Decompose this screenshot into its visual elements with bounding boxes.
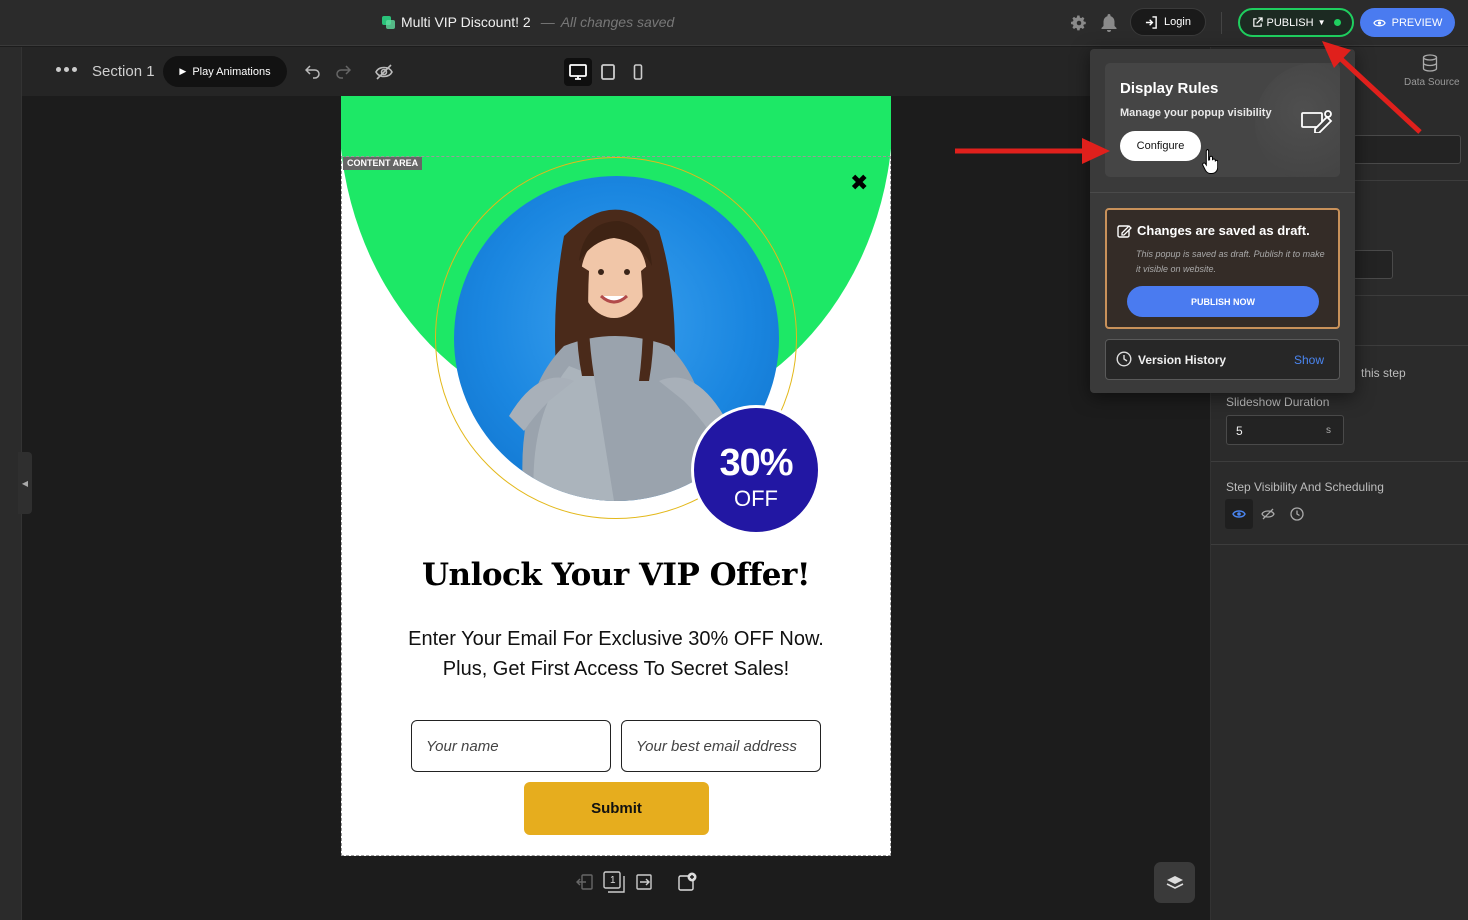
play-animations-button[interactable]: ▶ Play Animations [163, 56, 287, 87]
step-text-fragment: this step [1361, 366, 1406, 380]
content-area-tag: CONTENT AREA [343, 157, 423, 170]
document-title: Multi VIP Discount! 2 — All changes save… [382, 14, 674, 30]
subtext-line-1: Enter Your Email For Exclusive 30% OFF N… [408, 628, 824, 650]
configure-button[interactable]: Configure [1120, 131, 1201, 161]
clock-icon [1116, 351, 1132, 367]
publish-dropdown: Display Rules Manage your popup visibili… [1090, 49, 1355, 393]
version-history-title: Version History [1138, 353, 1227, 367]
play-label: Play Animations [192, 65, 271, 78]
external-link-icon [1252, 17, 1263, 27]
login-label: Login [1164, 16, 1191, 28]
next-step-icon[interactable] [633, 872, 655, 892]
step-visibility-label: Step Visibility And Scheduling [1226, 480, 1384, 494]
publish-button[interactable]: PUBLISH ▼ [1238, 8, 1354, 37]
layers-icon [1166, 875, 1183, 889]
popup-headline[interactable]: Unlock Your VIP Offer! [341, 557, 891, 593]
panel-divider [1211, 461, 1468, 462]
panel-input-1[interactable] [1353, 135, 1461, 164]
layers-button[interactable] [1154, 862, 1195, 903]
close-icon[interactable]: ✖ [850, 170, 868, 196]
visible-eye-icon[interactable] [1225, 499, 1253, 529]
slideshow-duration-label: Slideshow Duration [1226, 395, 1330, 409]
step-number: 1 [610, 875, 616, 886]
badge-off-label: OFF [734, 486, 778, 511]
badge-percent: 30% [719, 442, 793, 484]
save-status: All changes saved [560, 14, 675, 30]
title-separator: — [540, 14, 555, 30]
add-step-icon[interactable] [676, 872, 698, 892]
tablet-view-icon[interactable] [594, 58, 622, 86]
play-icon: ▶ [179, 66, 187, 76]
edit-rules-icon [1301, 110, 1333, 133]
collapse-left-panel-button[interactable]: ◀ [18, 452, 32, 514]
version-history-show-link[interactable]: Show [1294, 353, 1324, 367]
preview-label: PREVIEW [1391, 16, 1443, 29]
display-rules-title: Display Rules [1120, 80, 1219, 97]
popup-subtext[interactable]: Enter Your Email For Exclusive 30% OFF N… [361, 624, 871, 684]
submit-button[interactable]: Submit [524, 782, 709, 835]
header-divider [1221, 12, 1222, 34]
draft-edit-icon [1117, 225, 1132, 238]
status-dot [1333, 19, 1341, 26]
email-input[interactable]: Your best email address [621, 720, 821, 772]
hidden-eye-icon[interactable] [1254, 499, 1282, 529]
settings-gear-icon[interactable] [1068, 12, 1090, 34]
subtext-line-2: Plus, Get First Access To Secret Sales! [442, 658, 790, 680]
hide-eye-icon[interactable] [373, 61, 395, 83]
step-number-indicator[interactable]: 1 [603, 871, 625, 893]
desktop-view-icon[interactable] [564, 58, 592, 86]
slideshow-duration-input[interactable]: 5 s [1226, 415, 1344, 445]
popup-name[interactable]: Multi VIP Discount! 2 [401, 14, 531, 30]
draft-description: This popup is saved as draft. Publish it… [1136, 249, 1325, 274]
section-name[interactable]: Section 1 [92, 63, 155, 80]
schedule-clock-icon[interactable] [1283, 499, 1311, 529]
panel-input-2[interactable] [1353, 250, 1393, 279]
redo-icon[interactable] [332, 61, 354, 83]
previous-step-icon[interactable] [575, 872, 595, 892]
discount-badge: 30% OFF [691, 405, 821, 535]
version-history-row[interactable]: Version History Show [1105, 339, 1340, 380]
name-input[interactable]: Your name [411, 720, 611, 772]
login-button[interactable]: Login [1130, 8, 1206, 36]
publish-now-button[interactable]: PUBLISH NOW [1127, 286, 1319, 317]
publish-label: PUBLISH [1266, 16, 1314, 29]
mouse-pointer-icon [1202, 149, 1218, 174]
app-logo-icon [382, 15, 395, 29]
display-rules-subtitle: Manage your popup visibility [1120, 107, 1272, 119]
mobile-view-icon[interactable] [624, 58, 652, 86]
notifications-bell-icon[interactable] [1098, 12, 1120, 34]
undo-icon[interactable] [302, 61, 324, 83]
data-source-label: Data Source [1404, 77, 1460, 88]
eye-icon [1372, 19, 1386, 26]
login-arrow-icon [1145, 15, 1157, 29]
preview-button[interactable]: PREVIEW [1360, 8, 1455, 37]
display-rules-card: Display Rules Manage your popup visibili… [1105, 63, 1340, 177]
draft-status-box: Changes are saved as draft. This popup i… [1105, 208, 1340, 329]
dropdown-divider [1090, 192, 1355, 193]
panel-divider [1211, 544, 1468, 545]
slideshow-duration-unit: s [1326, 425, 1331, 436]
draft-title: Changes are saved as draft. [1137, 223, 1310, 238]
more-options-icon[interactable] [56, 67, 77, 72]
slideshow-duration-value: 5 [1236, 424, 1243, 438]
editor-toolbar: Section 1 ▶ Play Animations [22, 47, 1210, 96]
arrow-to-configure [955, 138, 1110, 164]
chevron-down-icon: ▼ [1317, 18, 1326, 27]
database-icon [1422, 54, 1438, 72]
top-bar: Multi VIP Discount! 2 — All changes save… [0, 0, 1468, 46]
